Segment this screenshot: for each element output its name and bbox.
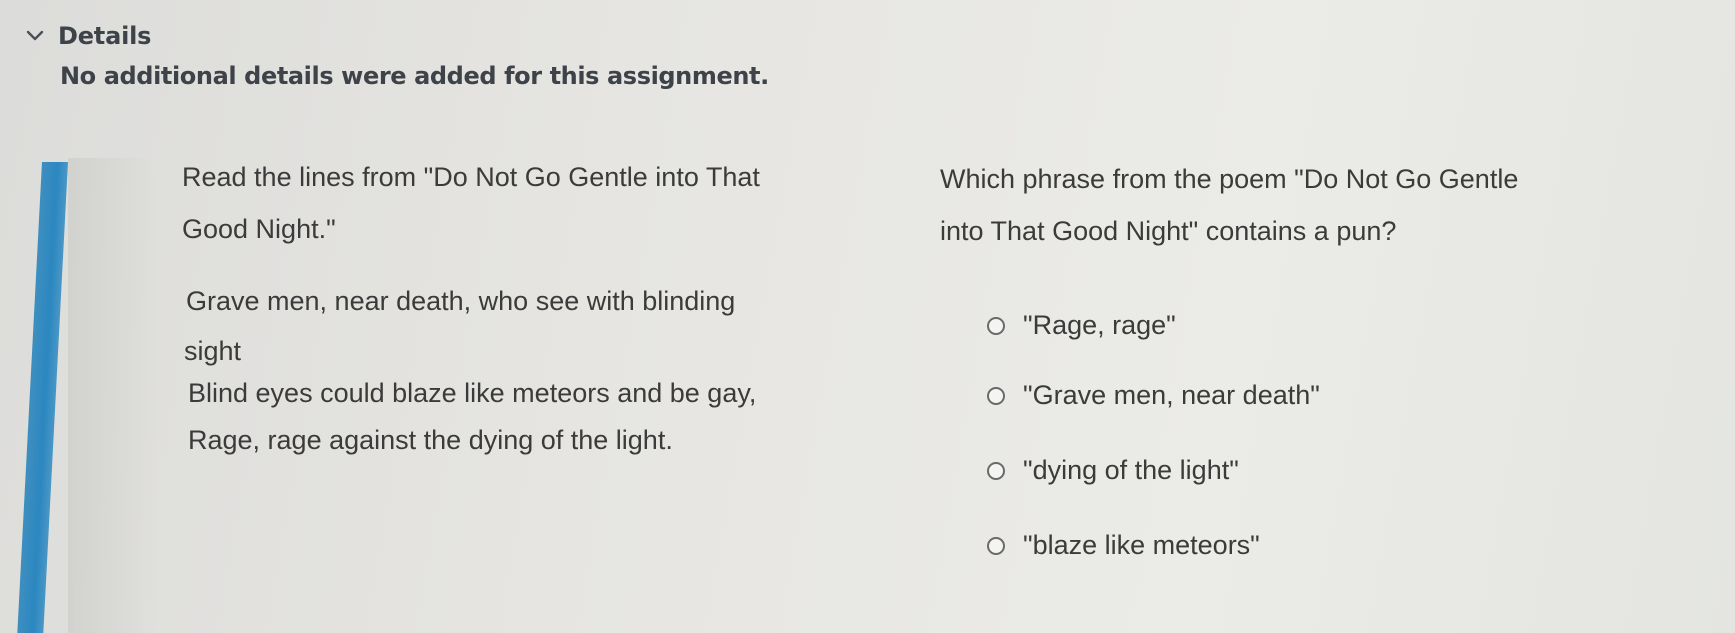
answer-option-label: "Grave men, near death" xyxy=(1023,380,1320,410)
details-title: Details xyxy=(58,22,152,50)
radio-circle-icon[interactable] xyxy=(987,536,1005,555)
answer-option-label: "blaze like meteors" xyxy=(1023,530,1260,560)
passage-intro: Read the lines from "Do Not Go Gentle in… xyxy=(182,162,760,192)
details-toggle[interactable]: Details xyxy=(20,14,151,58)
answer-option-label: "Rage, rage" xyxy=(1023,310,1176,340)
poem-line: Grave men, near death, who see with blin… xyxy=(186,286,736,316)
question-panel: Read the lines from "Do Not Go Gentle in… xyxy=(17,150,1735,633)
question-text: Which phrase from the poem "Do Not Go Ge… xyxy=(940,164,1519,194)
answer-option-rage-rage[interactable]: "Rage, rage" xyxy=(987,310,1176,341)
details-description: No additional details were added for thi… xyxy=(60,62,769,90)
answer-option-grave-men[interactable]: "Grave men, near death" xyxy=(987,380,1320,411)
answer-option-blaze-like-meteors[interactable]: "blaze like meteors" xyxy=(987,530,1260,561)
radio-circle-icon[interactable] xyxy=(987,386,1005,405)
panel-shade xyxy=(68,158,158,633)
question-text-continued: into That Good Night" contains a pun? xyxy=(940,216,1397,246)
radio-circle-icon[interactable] xyxy=(987,316,1005,335)
poem-line: sight xyxy=(184,336,242,366)
answer-option-dying-of-the-light[interactable]: "dying of the light" xyxy=(987,455,1239,486)
passage-intro-continued: Good Night." xyxy=(182,214,336,244)
radio-circle-icon[interactable] xyxy=(987,461,1005,480)
chevron-down-icon xyxy=(26,30,44,41)
poem-line: Rage, rage against the dying of the ligh… xyxy=(188,425,673,455)
answer-option-label: "dying of the light" xyxy=(1023,455,1239,485)
accent-bar xyxy=(17,162,69,633)
poem-line: Blind eyes could blaze like meteors and … xyxy=(188,378,757,408)
